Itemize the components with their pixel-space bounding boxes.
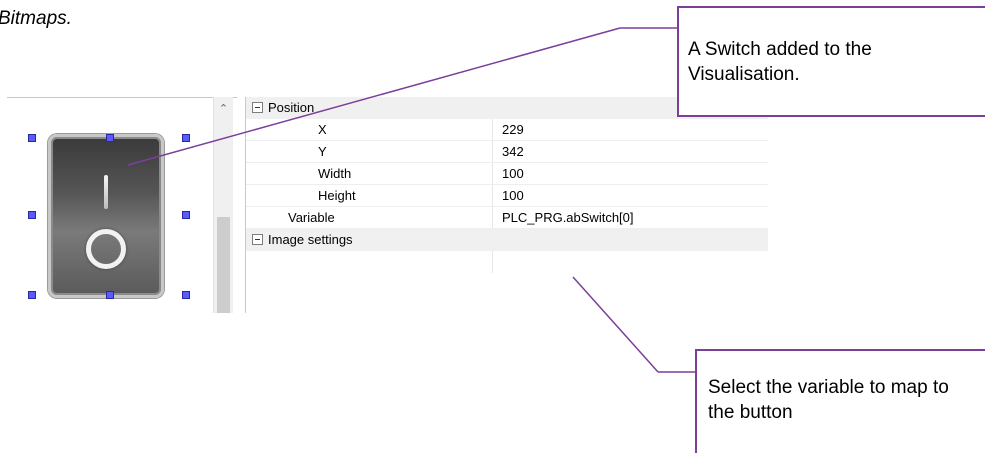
- resize-handle-top[interactable]: [106, 134, 114, 142]
- chevron-up-icon[interactable]: ⌃: [214, 101, 233, 117]
- property-row-variable[interactable]: Variable PLC_PRG.abSwitch[0]: [246, 207, 768, 229]
- callout-select-variable: Select the variable to map to the button: [695, 349, 985, 453]
- resize-handle-bottom-left[interactable]: [28, 291, 36, 299]
- property-value[interactable]: 229: [502, 122, 524, 137]
- resize-handle-right[interactable]: [182, 211, 190, 219]
- property-row-height[interactable]: Height 100: [246, 185, 768, 207]
- property-row-width[interactable]: Width 100: [246, 163, 768, 185]
- property-name: X: [318, 122, 327, 137]
- section-image-settings[interactable]: Image settings: [246, 229, 768, 251]
- callout-text: Select the variable to map to the button: [708, 377, 949, 423]
- property-row-y[interactable]: Y 342: [246, 141, 768, 163]
- collapse-icon[interactable]: [252, 234, 263, 245]
- collapse-icon[interactable]: [252, 102, 263, 113]
- property-value[interactable]: 100: [502, 166, 524, 181]
- document-text-fragment: Bitmaps.: [0, 8, 72, 29]
- property-name: Width: [318, 166, 352, 181]
- switch-on-mark: [104, 175, 108, 209]
- column-divider: [492, 207, 493, 229]
- switch-off-mark: [86, 229, 126, 269]
- toggle-switch-icon[interactable]: [48, 134, 164, 298]
- column-divider: [492, 119, 493, 141]
- column-divider: [492, 185, 493, 207]
- column-divider: [492, 163, 493, 185]
- property-value[interactable]: 342: [502, 144, 524, 159]
- resize-handle-left[interactable]: [28, 211, 36, 219]
- column-divider: [492, 251, 493, 273]
- section-label: Position: [268, 100, 315, 115]
- property-row-x[interactable]: X 229: [246, 119, 768, 141]
- scrollbar-thumb[interactable]: [217, 217, 230, 313]
- document-page: Bitmaps. ⌃ Position X 229 Y 342 Width 10…: [0, 0, 985, 453]
- property-name: Height: [318, 188, 356, 203]
- property-value[interactable]: 100: [502, 188, 524, 203]
- canvas-scrollbar[interactable]: ⌃: [213, 97, 233, 313]
- property-name: Y: [318, 144, 327, 159]
- resize-handle-bottom[interactable]: [106, 291, 114, 299]
- column-divider: [492, 141, 493, 163]
- variable-value-field[interactable]: PLC_PRG.abSwitch[0]: [502, 210, 634, 225]
- properties-grid: Position X 229 Y 342 Width 100 Height 10…: [245, 97, 768, 313]
- resize-handle-bottom-right[interactable]: [182, 291, 190, 299]
- callout-switch-added: A Switch added to the Visualisation.: [677, 6, 985, 117]
- section-label: Image settings: [268, 232, 353, 247]
- property-row-empty: [246, 251, 768, 273]
- callout-text: A Switch added to the Visualisation.: [688, 39, 872, 85]
- property-name: Variable: [288, 210, 335, 225]
- resize-handle-top-left[interactable]: [28, 134, 36, 142]
- resize-handle-top-right[interactable]: [182, 134, 190, 142]
